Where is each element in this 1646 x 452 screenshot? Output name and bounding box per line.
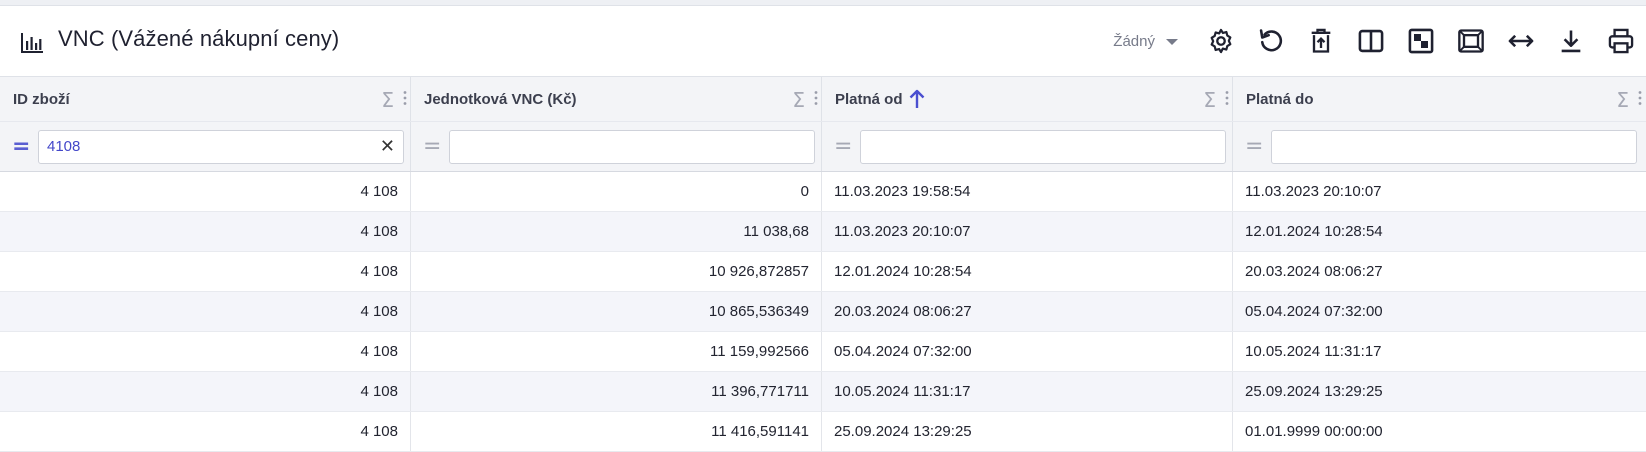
filter-cell-id: = 4108 ✕	[0, 122, 411, 171]
view-select[interactable]: Žádný	[1113, 33, 1178, 50]
undo-icon	[1259, 29, 1283, 52]
printer-icon	[1608, 28, 1634, 54]
table-row[interactable]: 4 108 11 416,591141 25.09.2024 13:29:25 …	[0, 412, 1646, 452]
cell-id: 4 108	[0, 292, 411, 331]
sigma-icon[interactable]: Σ	[1203, 88, 1216, 112]
bar-chart-icon	[20, 32, 44, 54]
filter-cell-unit-vnc: =	[411, 122, 822, 171]
table-row[interactable]: 4 108 11 159,992566 05.04.2024 07:32:00 …	[0, 332, 1646, 372]
cell-id: 4 108	[0, 172, 411, 211]
column-header-id[interactable]: ID zboží Σ	[0, 77, 411, 121]
filter-input-valid-from[interactable]	[860, 129, 1226, 164]
gear-icon	[1210, 28, 1232, 54]
sort-ascending-icon[interactable]	[907, 88, 927, 110]
trash-upload-icon	[1311, 28, 1331, 53]
checker-button[interactable]	[1407, 27, 1435, 55]
fit-frame-icon	[1458, 29, 1484, 53]
sigma-icon[interactable]: Σ	[381, 88, 394, 112]
checkerboard-icon	[1408, 28, 1434, 54]
split-view-button[interactable]	[1357, 27, 1385, 55]
column-menu-icon[interactable]	[403, 90, 407, 106]
column-label: ID zboží	[13, 90, 70, 108]
filter-input-unit-vnc[interactable]	[449, 129, 815, 164]
cell-valid-to: 20.03.2024 08:06:27	[1245, 263, 1383, 280]
filter-value: 4108	[47, 138, 81, 155]
settings-button[interactable]	[1207, 27, 1235, 55]
table-row[interactable]: 4 108 10 926,872857 12.01.2024 10:28:54 …	[0, 252, 1646, 292]
sigma-icon[interactable]: Σ	[792, 88, 805, 112]
reset-button[interactable]	[1257, 27, 1285, 55]
filter-cell-valid-from: =	[822, 122, 1233, 171]
column-menu-icon[interactable]	[814, 90, 818, 106]
column-label: Jednotková VNC (Kč)	[424, 90, 577, 108]
table-row[interactable]: 4 108 11 396,771711 10.05.2024 11:31:17 …	[0, 372, 1646, 412]
cell-unit-vnc: 10 865,536349	[411, 292, 822, 331]
column-header-valid-from[interactable]: Platná od Σ	[822, 77, 1233, 121]
equals-filter-icon[interactable]: =	[834, 135, 852, 158]
chevron-down-icon	[1166, 39, 1178, 45]
column-menu-icon[interactable]	[1225, 90, 1229, 106]
cell-id: 4 108	[0, 332, 411, 371]
table-row[interactable]: 4 108 0 11.03.2023 19:58:54 11.03.2023 2…	[0, 172, 1646, 212]
fit-screen-button[interactable]	[1457, 27, 1485, 55]
cell-id: 4 108	[0, 212, 411, 251]
sigma-icon[interactable]: Σ	[1616, 88, 1629, 112]
column-header-unit-vnc[interactable]: Jednotková VNC (Kč) Σ	[411, 77, 822, 121]
equals-filter-icon[interactable]: =	[1245, 135, 1263, 158]
cell-valid-to: 10.05.2024 11:31:17	[1245, 343, 1382, 360]
print-button[interactable]	[1607, 27, 1635, 55]
filter-row: = 4108 ✕ = = =	[0, 122, 1646, 172]
cell-valid-from: 25.09.2024 13:29:25	[822, 412, 1233, 451]
cell-valid-from: 12.01.2024 10:28:54	[822, 252, 1233, 291]
column-label: Platná od	[835, 90, 903, 108]
cell-valid-to: 11.03.2023 20:10:07	[1245, 183, 1382, 200]
view-select-value: Žádný	[1113, 32, 1155, 50]
split-columns-icon	[1358, 29, 1384, 53]
page-title: VNC (Vážené nákupní ceny)	[58, 26, 340, 51]
delete-export-button[interactable]	[1307, 27, 1335, 55]
cell-valid-to: 05.04.2024 07:32:00	[1245, 303, 1383, 320]
cell-unit-vnc: 11 038,68	[411, 212, 822, 251]
header-row: ID zboží Σ Jednotková VNC (Kč) Σ Platná …	[0, 76, 1646, 122]
toolbar: Žádný	[1113, 6, 1646, 76]
cell-valid-from: 11.03.2023 20:10:07	[822, 212, 1233, 251]
cell-unit-vnc: 0	[411, 172, 822, 211]
equals-filter-icon[interactable]: =	[12, 135, 30, 158]
cell-id: 4 108	[0, 252, 411, 291]
column-header-valid-to[interactable]: Platná do Σ	[1233, 77, 1645, 121]
download-button[interactable]	[1557, 27, 1585, 55]
cell-valid-to: 25.09.2024 13:29:25	[1245, 383, 1383, 400]
data-grid: ID zboží Σ Jednotková VNC (Kč) Σ Platná …	[0, 76, 1646, 452]
horizontal-arrows-icon	[1508, 34, 1534, 48]
cell-unit-vnc: 11 416,591141	[411, 412, 822, 451]
cell-valid-to: 01.01.9999 00:00:00	[1245, 423, 1383, 440]
equals-filter-icon[interactable]: =	[423, 135, 441, 158]
cell-valid-from: 05.04.2024 07:32:00	[822, 332, 1233, 371]
filter-cell-valid-to: =	[1233, 122, 1645, 171]
cell-id: 4 108	[0, 412, 411, 451]
table-row[interactable]: 4 108 10 865,536349 20.03.2024 08:06:27 …	[0, 292, 1646, 332]
cell-unit-vnc: 10 926,872857	[411, 252, 822, 291]
column-label: Platná do	[1246, 90, 1314, 108]
cell-valid-from: 20.03.2024 08:06:27	[822, 292, 1233, 331]
cell-valid-to: 12.01.2024 10:28:54	[1245, 223, 1383, 240]
filter-input-id[interactable]: 4108 ✕	[38, 129, 404, 164]
page-header: VNC (Vážené nákupní ceny) Žádný	[0, 6, 1646, 76]
filter-input-valid-to[interactable]	[1271, 129, 1637, 164]
clear-icon[interactable]: ✕	[380, 136, 395, 157]
cell-id: 4 108	[0, 372, 411, 411]
column-menu-icon[interactable]	[1638, 90, 1642, 106]
table-row[interactable]: 4 108 11 038,68 11.03.2023 20:10:07 12.0…	[0, 212, 1646, 252]
cell-valid-from: 11.03.2023 19:58:54	[822, 172, 1233, 211]
cell-valid-from: 10.05.2024 11:31:17	[822, 372, 1233, 411]
cell-unit-vnc: 11 159,992566	[411, 332, 822, 371]
cell-unit-vnc: 11 396,771711	[411, 372, 822, 411]
autosize-columns-button[interactable]	[1507, 27, 1535, 55]
download-icon	[1561, 30, 1581, 53]
